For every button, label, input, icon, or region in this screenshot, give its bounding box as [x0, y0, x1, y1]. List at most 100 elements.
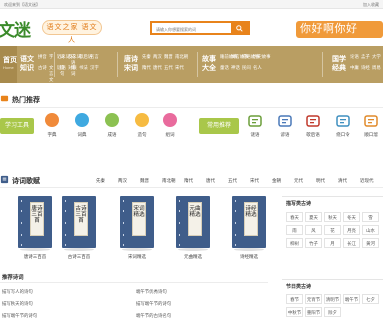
recommend-link[interactable]: 描写写人的诗句: [2, 289, 33, 295]
dynasty-tab[interactable]: 清代: [338, 178, 347, 184]
poem-tag[interactable]: 元宵节: [305, 294, 322, 304]
poem-tag[interactable]: 夏天: [305, 212, 322, 222]
nav-link[interactable]: 论语: [350, 54, 359, 60]
dynasty-tab[interactable]: 宋代: [250, 178, 259, 184]
book-label[interactable]: 诗经精选: [229, 254, 269, 260]
nav-link[interactable]: 两汉: [153, 54, 162, 60]
nav-link[interactable]: 民间: [242, 65, 251, 71]
poem-tag[interactable]: 雨: [286, 225, 303, 235]
poem-tag[interactable]: 春天: [286, 212, 303, 222]
poem-tag[interactable]: 除夕: [324, 307, 341, 317]
common-item-2[interactable]: 歇后语: [300, 113, 326, 141]
tool-item-2[interactable]: 成语: [100, 113, 124, 141]
poem-tag[interactable]: 重阳节: [305, 307, 322, 317]
nav-link[interactable]: 古诗: [38, 65, 47, 71]
nav-link[interactable]: 对联: [68, 65, 77, 71]
dynasty-tab[interactable]: 先秦: [96, 178, 105, 184]
poem-tag[interactable]: 月: [324, 238, 341, 248]
poem-tag[interactable]: 竹子: [305, 238, 322, 248]
nav-category-label[interactable]: 大全: [202, 64, 216, 73]
nav-link[interactable]: 隋代: [142, 65, 151, 71]
dynasty-tab[interactable]: 魏晋: [140, 178, 149, 184]
poem-tag[interactable]: 黄河: [362, 238, 379, 248]
common-item-1[interactable]: 谚语: [272, 113, 298, 141]
nav-link[interactable]: 童话: [220, 65, 229, 71]
poem-tag[interactable]: 秋天: [324, 212, 341, 222]
nav-link[interactable]: 宋代: [175, 65, 184, 71]
hotline-banner[interactable]: 你好啊你好: [296, 21, 383, 38]
common-item-3[interactable]: 绕口令: [330, 113, 356, 141]
poetry-book-2[interactable]: 宋词精选: [120, 196, 154, 254]
nav-category-label[interactable]: 唐诗: [124, 55, 138, 64]
tool-item-0[interactable]: 字典: [40, 113, 64, 141]
nav-link[interactable]: 字: [49, 54, 53, 60]
nav-link[interactable]: 历史故事: [253, 54, 271, 60]
common-item-0[interactable]: 谜语: [242, 113, 268, 141]
nav-link[interactable]: 拼音: [38, 54, 47, 60]
nav-home[interactable]: 首页 Home: [0, 46, 17, 83]
tool-item-1[interactable]: 词典: [70, 113, 94, 141]
dynasty-tab[interactable]: 元代: [294, 178, 303, 184]
site-logo[interactable]: 文迷: [0, 16, 34, 42]
nav-link[interactable]: 诗经: [361, 65, 370, 71]
search-button[interactable]: [231, 23, 248, 33]
nav-link[interactable]: 魏晋: [164, 54, 173, 60]
poem-tag[interactable]: 花: [324, 225, 341, 235]
poetry-book-3[interactable]: 元曲精选: [176, 196, 210, 254]
poetry-book-1[interactable]: 古诗三百首: [62, 196, 96, 254]
nav-link[interactable]: 名人: [253, 65, 262, 71]
poem-tag[interactable]: 月亮: [343, 225, 360, 235]
dynasty-tab[interactable]: 两汉: [118, 178, 127, 184]
search-input[interactable]: [156, 25, 226, 33]
book-label[interactable]: 古诗三百首: [59, 254, 99, 260]
nav-category-label[interactable]: 国学: [332, 55, 346, 64]
nav-link[interactable]: 五代: [164, 65, 173, 71]
nav-link[interactable]: 先秦: [142, 54, 151, 60]
poem-tag[interactable]: 风: [305, 225, 322, 235]
book-label[interactable]: 宋词精选: [117, 254, 157, 260]
recommend-link[interactable]: 描写端午节的诗句: [136, 301, 171, 307]
nav-category-label[interactable]: 宋词: [124, 64, 138, 73]
nav-link[interactable]: 神话: [231, 65, 240, 71]
poem-tag[interactable]: 雪: [362, 212, 379, 222]
dynasty-tab[interactable]: 明代: [316, 178, 325, 184]
nav-category-label[interactable]: 经典: [332, 64, 346, 73]
dynasty-tab[interactable]: 南北朝: [162, 178, 176, 184]
poem-tag[interactable]: 春节: [286, 294, 303, 304]
common-recommend-button[interactable]: 常用推荐: [199, 118, 239, 134]
nav-link[interactable]: 唐代: [153, 65, 162, 71]
book-label[interactable]: 元曲精选: [173, 254, 213, 260]
dynasty-tab[interactable]: 五代: [228, 178, 237, 184]
poem-tag[interactable]: 长江: [343, 238, 360, 248]
book-label[interactable]: 唐诗三百首: [15, 254, 55, 260]
poetry-book-4[interactable]: 诗经精选: [232, 196, 266, 254]
nav-link[interactable]: 汉字: [90, 65, 99, 71]
nav-link[interactable]: 书法: [79, 65, 88, 71]
dynasty-tab[interactable]: 金朝: [272, 178, 281, 184]
nav-link[interactable]: 孟子: [361, 54, 370, 60]
dynasty-tab[interactable]: 隋代: [184, 178, 193, 184]
poem-tag[interactable]: 冬天: [343, 212, 360, 222]
bookmark-link[interactable]: 加入收藏: [363, 2, 379, 8]
poem-tag[interactable]: 柳树: [286, 238, 303, 248]
nav-link[interactable]: 中庸: [350, 65, 359, 71]
nav-link[interactable]: 南北朝: [175, 54, 188, 60]
recommend-link[interactable]: 端午节优秀诗句: [136, 289, 167, 295]
poem-tag[interactable]: 中秋节: [286, 307, 303, 317]
nav-category-label[interactable]: 故事: [202, 55, 216, 64]
nav-category-label[interactable]: 语文: [20, 55, 34, 64]
tool-item-3[interactable]: 造句: [130, 113, 154, 141]
study-tools-button[interactable]: 学习工具: [0, 118, 34, 134]
tool-item-4[interactable]: 组词: [158, 113, 182, 141]
nav-link[interactable]: 大学: [372, 54, 381, 60]
recommend-link[interactable]: 描写秋天的诗句: [2, 301, 33, 307]
dynasty-tab[interactable]: 近现代: [360, 178, 374, 184]
nav-category-label[interactable]: 知识: [20, 64, 34, 73]
common-item-4[interactable]: 顺口溜: [358, 113, 383, 141]
poem-tag[interactable]: 清明节: [324, 294, 341, 304]
recommend-link[interactable]: 描写端午节的诗句: [2, 313, 37, 319]
nav-link[interactable]: 名言: [90, 54, 99, 60]
poem-tag[interactable]: 端午节: [343, 294, 360, 304]
dynasty-tab[interactable]: 唐代: [206, 178, 215, 184]
poem-tag[interactable]: 七夕: [362, 294, 379, 304]
